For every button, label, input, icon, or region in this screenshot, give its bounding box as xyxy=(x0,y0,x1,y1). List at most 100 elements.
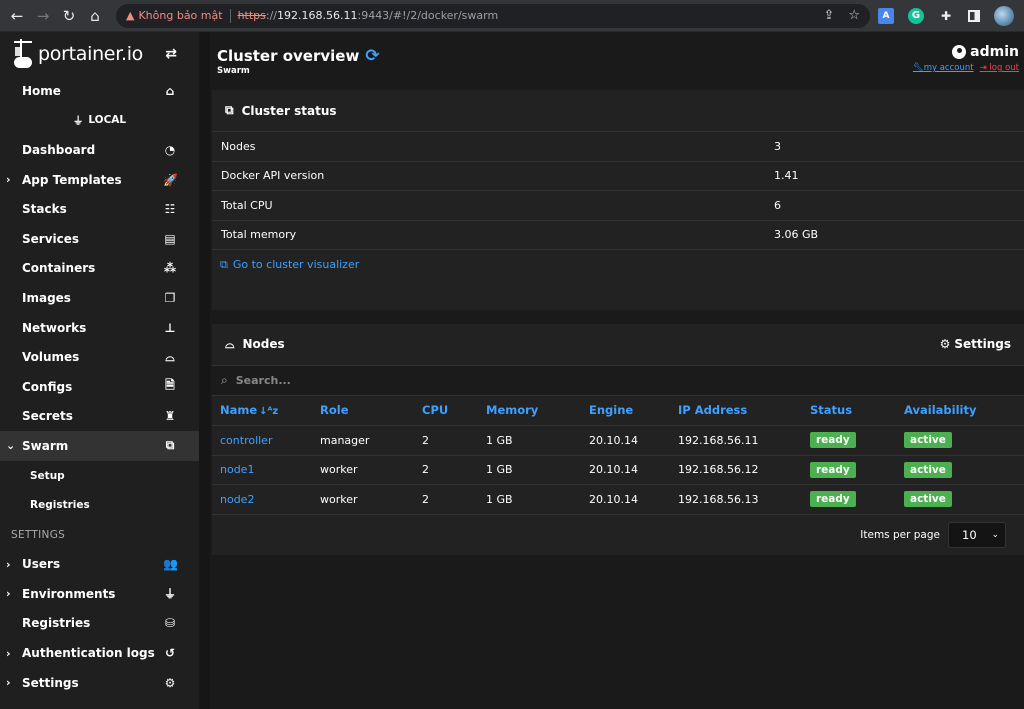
sidebar-subitem-registries[interactable]: Registries xyxy=(0,490,199,520)
column-header-ip-address[interactable]: IP Address xyxy=(678,395,810,426)
cluster-visualizer-label: Go to cluster visualizer xyxy=(232,258,360,272)
items-per-page-select[interactable]: 10 ⌄ xyxy=(948,521,1006,548)
column-header-cpu[interactable]: CPU xyxy=(422,395,486,426)
side-panel-icon[interactable] xyxy=(968,9,980,22)
cluster-visualizer-link[interactable]: ⧉ Go to cluster visualizer xyxy=(212,250,1024,280)
column-header-label: Memory xyxy=(486,403,539,418)
bookmark-star-icon[interactable]: ☆ xyxy=(848,8,860,23)
cogs-icon: ⚙ xyxy=(164,675,176,690)
sidebar-item-containers[interactable]: Containers ⁂ xyxy=(0,254,199,284)
search-input[interactable] xyxy=(235,373,736,387)
node-name-link[interactable]: node1 xyxy=(220,463,254,476)
availability-badge: active xyxy=(904,432,952,449)
sidebar-item-label: Volumes xyxy=(22,350,80,365)
sidebar-item-networks[interactable]: Networks ⊥ xyxy=(0,313,199,343)
node-name-link[interactable]: node2 xyxy=(220,493,254,506)
sidebar-item-users[interactable]: › Users 👥 xyxy=(0,550,199,580)
sidebar-item-label: Registries xyxy=(30,499,90,512)
node-availability-cell: active xyxy=(904,425,1024,456)
column-header-label: Engine xyxy=(589,403,634,418)
column-header-availability[interactable]: Availability xyxy=(904,395,1024,426)
cubes-icon: ⁂ xyxy=(163,261,177,276)
translate-extension-icon[interactable]: A xyxy=(878,7,894,24)
sidebar-item-label: Users xyxy=(22,557,61,572)
extensions-puzzle-icon[interactable]: ✚ xyxy=(938,8,954,24)
sidebar-item-authentication-logs[interactable]: › Authentication logs ↺ xyxy=(0,638,199,668)
share-icon[interactable]: ⇪ xyxy=(823,8,834,23)
sidebar-item-stacks[interactable]: Stacks ☷ xyxy=(0,194,199,224)
column-header-engine[interactable]: Engine xyxy=(589,395,678,426)
chevron-right-icon[interactable]: › xyxy=(6,676,11,689)
node-engine: 20.10.14 xyxy=(589,425,678,456)
hdd-icon: ⌓ xyxy=(165,349,175,364)
logo[interactable]: portainer.io ⇄ xyxy=(0,32,199,76)
table-settings-button[interactable]: ⚙ Settings xyxy=(940,337,1011,351)
table-row: node2 worker 2 1 GB 20.10.14 192.168.56.… xyxy=(212,484,1024,515)
url-separator: :// xyxy=(265,9,277,22)
chevron-down-icon: ⌄ xyxy=(991,529,999,540)
sidebar-item-label: Configs xyxy=(22,379,73,394)
back-button[interactable]: ← xyxy=(6,5,28,27)
object-group-icon: ⧉ xyxy=(225,103,234,117)
sidebar-item-label: Services xyxy=(22,231,80,246)
sidebar-item-environments[interactable]: › Environments ⏚ xyxy=(0,579,199,609)
node-name-cell: node1 xyxy=(212,455,320,485)
chevron-right-icon[interactable]: › xyxy=(6,558,11,571)
log-out-link[interactable]: ⇥ log out xyxy=(980,63,1019,73)
pagination: Items per page 10 ⌄ xyxy=(212,515,1024,555)
node-cpu: 2 xyxy=(422,425,486,456)
settings-label: Settings xyxy=(954,337,1011,351)
column-header-label: Name xyxy=(220,403,258,418)
address-bar[interactable]: ▲ Không bảo mật https://192.168.56.11:94… xyxy=(116,3,870,28)
sidebar-item-volumes[interactable]: Volumes ⌓ xyxy=(0,342,199,372)
grammarly-extension-icon[interactable]: G xyxy=(908,7,924,24)
node-memory: 1 GB xyxy=(486,425,589,456)
column-header-status[interactable]: Status xyxy=(810,395,904,426)
page-title-text: Cluster overview xyxy=(217,47,360,65)
node-ip: 192.168.56.13 xyxy=(678,484,810,515)
status-value: 3.06 GB xyxy=(774,228,819,242)
sidebar-item-swarm[interactable]: ⌄ Swarm ⧉ xyxy=(0,431,199,461)
sidebar-subitem-setup[interactable]: Setup xyxy=(0,461,199,491)
sidebar-item-home[interactable]: Home ⌂ xyxy=(0,76,199,106)
my-account-label: my account xyxy=(923,63,974,73)
sidebar-item-registries[interactable]: Registries ⛁ xyxy=(0,609,199,639)
reload-button[interactable]: ↻ xyxy=(58,5,80,27)
cluster-status-row: Total memory 3.06 GB xyxy=(212,221,1024,250)
my-account-link[interactable]: 🔧︎my account xyxy=(913,63,974,73)
profile-avatar[interactable] xyxy=(994,5,1014,26)
object-group-icon: ⧉ xyxy=(165,438,175,453)
node-name-link[interactable]: controller xyxy=(220,434,272,447)
exchange-icon[interactable]: ⇄ xyxy=(165,46,177,62)
home-button[interactable]: ⌂ xyxy=(84,5,106,27)
panel-title: Cluster status xyxy=(241,103,337,118)
hdd-icon: ⌓ xyxy=(225,336,235,351)
sidebar: portainer.io ⇄ Home ⌂ ⏚ LOCAL Dashboard ◔… xyxy=(0,32,210,709)
sidebar-item-services[interactable]: Services ▤ xyxy=(0,224,199,254)
sidebar-item-secrets[interactable]: Secrets ♜ xyxy=(0,402,199,432)
sidebar-item-label: Setup xyxy=(30,469,65,482)
sidebar-item-images[interactable]: Images ❐ xyxy=(0,283,199,313)
status-key: Nodes xyxy=(221,139,256,153)
chevron-right-icon[interactable]: › xyxy=(6,647,11,660)
node-status-cell: ready xyxy=(810,455,904,485)
chevron-down-icon[interactable]: ⌄ xyxy=(6,439,15,452)
column-header-role[interactable]: Role xyxy=(320,395,422,426)
chevron-right-icon[interactable]: › xyxy=(6,173,11,186)
node-ip: 192.168.56.12 xyxy=(678,455,810,485)
column-header-label: Status xyxy=(810,403,853,418)
search-bar: ⌕ xyxy=(212,365,1024,396)
chevron-right-icon[interactable]: › xyxy=(6,587,11,600)
column-header-name[interactable]: Name ↓ᴬz xyxy=(212,395,320,426)
sidebar-item-label: Networks xyxy=(22,320,87,335)
refresh-icon[interactable]: ⟳ xyxy=(365,46,379,66)
forward-button[interactable]: → xyxy=(32,5,54,27)
sidebar-item-app-templates[interactable]: › App Templates 🚀 xyxy=(0,165,199,195)
security-warning[interactable]: ▲ Không bảo mật xyxy=(126,9,223,22)
column-header-memory[interactable]: Memory xyxy=(486,395,589,426)
sidebar-item-dashboard[interactable]: Dashboard ◔ xyxy=(0,135,199,165)
sidebar-item-configs[interactable]: Configs 🗎 xyxy=(0,372,199,402)
sidebar-item-settings[interactable]: › Settings ⚙ xyxy=(0,668,199,698)
cog-icon: ⚙ xyxy=(939,337,951,351)
items-per-page-label: Items per page xyxy=(860,528,940,541)
